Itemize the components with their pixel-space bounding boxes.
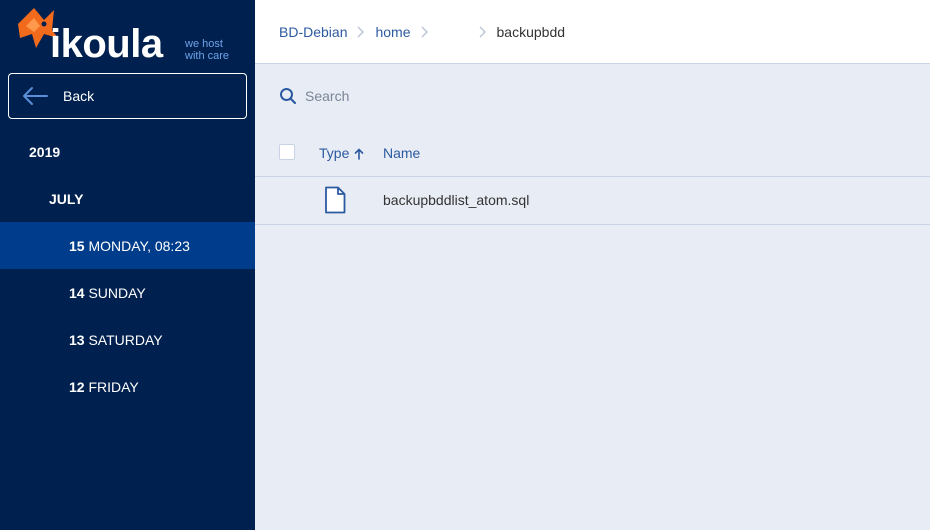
tree-item-day: 14 [69, 284, 85, 301]
tree-item-14-sunday[interactable]: 14 SUNDAY [0, 269, 255, 316]
breadcrumb-item-current: backupbdd [496, 23, 566, 40]
search-input[interactable] [305, 88, 805, 104]
tree-item-13-saturday[interactable]: 13 SATURDAY [0, 316, 255, 363]
search-bar [279, 80, 899, 112]
column-header-type-label: Type [319, 145, 350, 161]
sidebar: ikoula we host with care Back 2019 JULY … [0, 0, 255, 530]
tree-item-label: SUNDAY [84, 284, 146, 301]
chevron-right-icon [421, 26, 429, 38]
back-button-label: Back [63, 88, 95, 104]
column-header-name[interactable]: Name [383, 145, 420, 161]
table-header: Type Name [255, 130, 930, 177]
tree-item-2019[interactable]: 2019 [0, 128, 255, 175]
tagline-line-2: with care [185, 50, 230, 62]
arrow-left-icon [21, 86, 49, 106]
logo-text: ikoula [50, 22, 163, 66]
search-icon [279, 87, 297, 105]
back-button[interactable]: Back [8, 73, 247, 119]
tree-item-label: SATURDAY [84, 331, 163, 348]
chevron-right-icon [479, 26, 487, 38]
select-all-checkbox[interactable] [279, 144, 295, 160]
logo-tagline: we host with care [185, 38, 229, 62]
tree-item-july[interactable]: JULY [0, 175, 255, 222]
tree-item-label: JULY [49, 190, 84, 207]
tree-item-day: 12 [69, 378, 85, 395]
tree-item-label: MONDAY, 08:23 [84, 237, 190, 254]
tree-item-day: 15 [69, 237, 85, 254]
breadcrumb-item-bd-debian[interactable]: BD-Debian [279, 24, 347, 40]
sort-ascending-icon [354, 147, 364, 160]
ikoula-logo[interactable]: ikoula we host with care [14, 4, 254, 66]
file-icon [324, 186, 346, 214]
column-header-type[interactable]: Type [319, 145, 364, 161]
tree-item-label: 2019 [29, 143, 61, 160]
tree-item-label: FRIDAY [84, 378, 139, 395]
table-row[interactable]: backupbddlist_atom.sql [255, 177, 930, 225]
file-name: backupbddlist_atom.sql [383, 192, 530, 208]
breadcrumb: BD-Debian home backupbdd [255, 0, 930, 64]
chevron-right-icon [357, 26, 365, 38]
tree-item-12-friday[interactable]: 12 FRIDAY [0, 363, 255, 410]
main-panel: BD-Debian home backupbdd Type [255, 0, 930, 530]
tagline-line-1: we host [185, 38, 223, 50]
tree-item-15-monday[interactable]: 15 MONDAY, 08:23 [0, 222, 255, 269]
breadcrumb-item-home[interactable]: home [375, 24, 410, 40]
tree-item-day: 13 [69, 331, 85, 348]
